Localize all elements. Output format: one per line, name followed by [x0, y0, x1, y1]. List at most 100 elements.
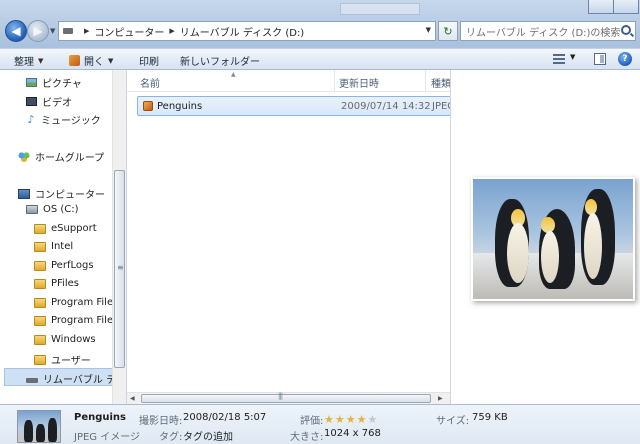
date-taken-value[interactable]: 2008/02/18 5:07 [183, 412, 266, 423]
breadcrumb-removable-disk[interactable]: リムーバブル ディスク (D:) [180, 24, 304, 39]
search-placeholder: リムーバブル ディスク (D:)の検索 [466, 27, 621, 39]
folder-icon [34, 315, 46, 326]
star-empty-icon[interactable]: ★ [368, 414, 378, 425]
nav-item-homegroup[interactable]: ホームグループ [18, 149, 104, 164]
size-value: 759 KB [472, 412, 508, 423]
dimensions-value: 1024 x 768 [324, 428, 381, 439]
maximize-button[interactable] [613, 0, 639, 14]
recent-pages-dropdown[interactable]: ▼ [50, 27, 55, 35]
dimensions-label: 大きさ: [290, 432, 324, 443]
new-folder-button[interactable]: 新しいフォルダー [180, 53, 260, 68]
preview-pane [450, 70, 640, 404]
nav-item-label: OS (C:) [43, 204, 79, 215]
nav-item-label: Program Files [51, 297, 119, 308]
folder-icon [34, 223, 46, 234]
print-label: 印刷 [139, 57, 159, 68]
tags-label: タグ: [159, 432, 183, 443]
removable-drive-icon [26, 377, 38, 383]
chevron-down-icon: ▼ [108, 56, 114, 65]
chevron-down-icon[interactable]: ▼ [570, 53, 575, 61]
music-note-icon: ♪ [27, 113, 35, 126]
search-input[interactable]: リムーバブル ディスク (D:)の検索 [460, 21, 636, 41]
column-divider[interactable] [334, 70, 335, 92]
forward-button[interactable]: ▶ [27, 20, 49, 42]
nav-item-folder[interactable]: Program Files [34, 315, 118, 326]
size-label: サイズ: [436, 416, 470, 427]
nav-item-label: Windows [51, 334, 96, 345]
preview-pane-toggle-icon[interactable] [594, 53, 606, 65]
nav-item-label: ホームグループ [35, 153, 105, 164]
view-options-icon[interactable] [553, 54, 565, 64]
rating-stars[interactable]: ★ ★ ★ ★ ★ [324, 414, 378, 425]
nav-vertical-scrollbar[interactable] [112, 70, 126, 404]
nav-item-folder[interactable]: Windows [34, 334, 96, 345]
back-button[interactable]: ◀ [5, 20, 27, 42]
nav-item-music[interactable]: ♪ ミュージック [26, 112, 101, 127]
scroll-right-icon[interactable]: ▶ [438, 395, 443, 402]
nav-item-folder[interactable]: PerfLogs [34, 260, 94, 271]
nav-item-computer[interactable]: コンピューター [18, 186, 105, 201]
file-thumbnail [17, 410, 61, 443]
nav-item-folder[interactable]: ユーザー [34, 352, 91, 367]
sort-ascending-icon: ▲ [231, 71, 236, 78]
nav-item-label: リムーバブル デ [43, 375, 117, 386]
nav-item-pictures[interactable]: ピクチャ [26, 75, 82, 90]
help-icon[interactable]: ? [618, 52, 632, 66]
star-filled-icon[interactable]: ★ [346, 414, 356, 425]
nav-item-removable-disk[interactable]: リムーバブル デ [26, 371, 116, 386]
nav-item-folder[interactable]: eSupport [34, 223, 97, 234]
penguin-figure [581, 189, 615, 285]
nav-item-label: ユーザー [51, 356, 91, 367]
computer-icon [18, 188, 30, 199]
column-header-type[interactable]: 種類 [431, 75, 451, 90]
nav-item-label: PerfLogs [51, 260, 94, 271]
homegroup-icon [18, 151, 30, 162]
scroll-left-icon[interactable]: ◀ [130, 395, 135, 402]
pictures-icon [26, 78, 37, 87]
file-name: Penguins [157, 101, 203, 112]
file-row-selected[interactable]: Penguins 2009/07/14 14:32 JPEG [137, 96, 455, 116]
nav-item-label: ミュージック [41, 116, 101, 127]
open-button[interactable]: 開く ▼ [69, 53, 113, 68]
chevron-right-icon[interactable]: ▶ [84, 27, 89, 35]
folder-icon [34, 278, 46, 289]
chevron-right-icon[interactable]: ▶ [169, 27, 174, 35]
nav-item-os-drive[interactable]: OS (C:) [26, 204, 79, 215]
nav-item-folder[interactable]: PFiles [34, 278, 79, 289]
folder-icon [34, 260, 46, 271]
address-bar[interactable]: ▶ コンピューター ▶ リムーバブル ディスク (D:) ▼ [58, 21, 436, 41]
nav-item-folder[interactable]: Intel [34, 241, 73, 252]
minimize-button[interactable] [588, 0, 614, 14]
column-header-date[interactable]: 更新日時 [339, 75, 379, 90]
star-filled-icon[interactable]: ★ [335, 414, 345, 425]
details-file-name: Penguins [74, 412, 127, 423]
nav-scroll-thumb[interactable] [114, 170, 125, 368]
breadcrumb-computer[interactable]: コンピューター [94, 24, 164, 39]
nav-item-label: PFiles [51, 278, 79, 289]
nav-item-label: Program Files [51, 315, 119, 326]
star-filled-icon[interactable]: ★ [357, 414, 367, 425]
chevron-down-icon: ▼ [38, 56, 44, 65]
image-preview [471, 177, 635, 301]
file-date: 2009/07/14 14:32 [341, 101, 431, 112]
refresh-button[interactable]: ↻ [438, 21, 458, 41]
horizontal-scrollbar[interactable]: ◀ ▶ [127, 392, 451, 404]
command-bar: 整理 ▼ 開く ▼ 印刷 新しいフォルダー ▼ ? [0, 48, 640, 70]
column-divider[interactable] [425, 70, 426, 92]
print-button[interactable]: 印刷 [139, 53, 159, 68]
star-filled-icon[interactable]: ★ [324, 414, 334, 425]
nav-item-videos[interactable]: ビデオ [26, 94, 72, 109]
column-header-name[interactable]: 名前 [140, 75, 160, 90]
organize-button[interactable]: 整理 ▼ [14, 53, 44, 69]
details-pane: Penguins JPEG イメージ 撮影日時: 2008/02/18 5:07… [0, 404, 640, 444]
horizontal-scroll-thumb[interactable] [141, 392, 431, 403]
nav-item-folder[interactable]: Program Files [34, 297, 118, 308]
video-icon [26, 97, 37, 106]
nav-item-label: コンピューター [35, 190, 105, 201]
tags-value[interactable]: タグの追加 [183, 428, 233, 443]
nav-item-label: eSupport [51, 223, 97, 234]
folder-icon [34, 297, 46, 308]
folder-icon [34, 354, 46, 365]
jpeg-file-icon [143, 101, 153, 111]
chevron-down-icon[interactable]: ▼ [426, 26, 431, 34]
